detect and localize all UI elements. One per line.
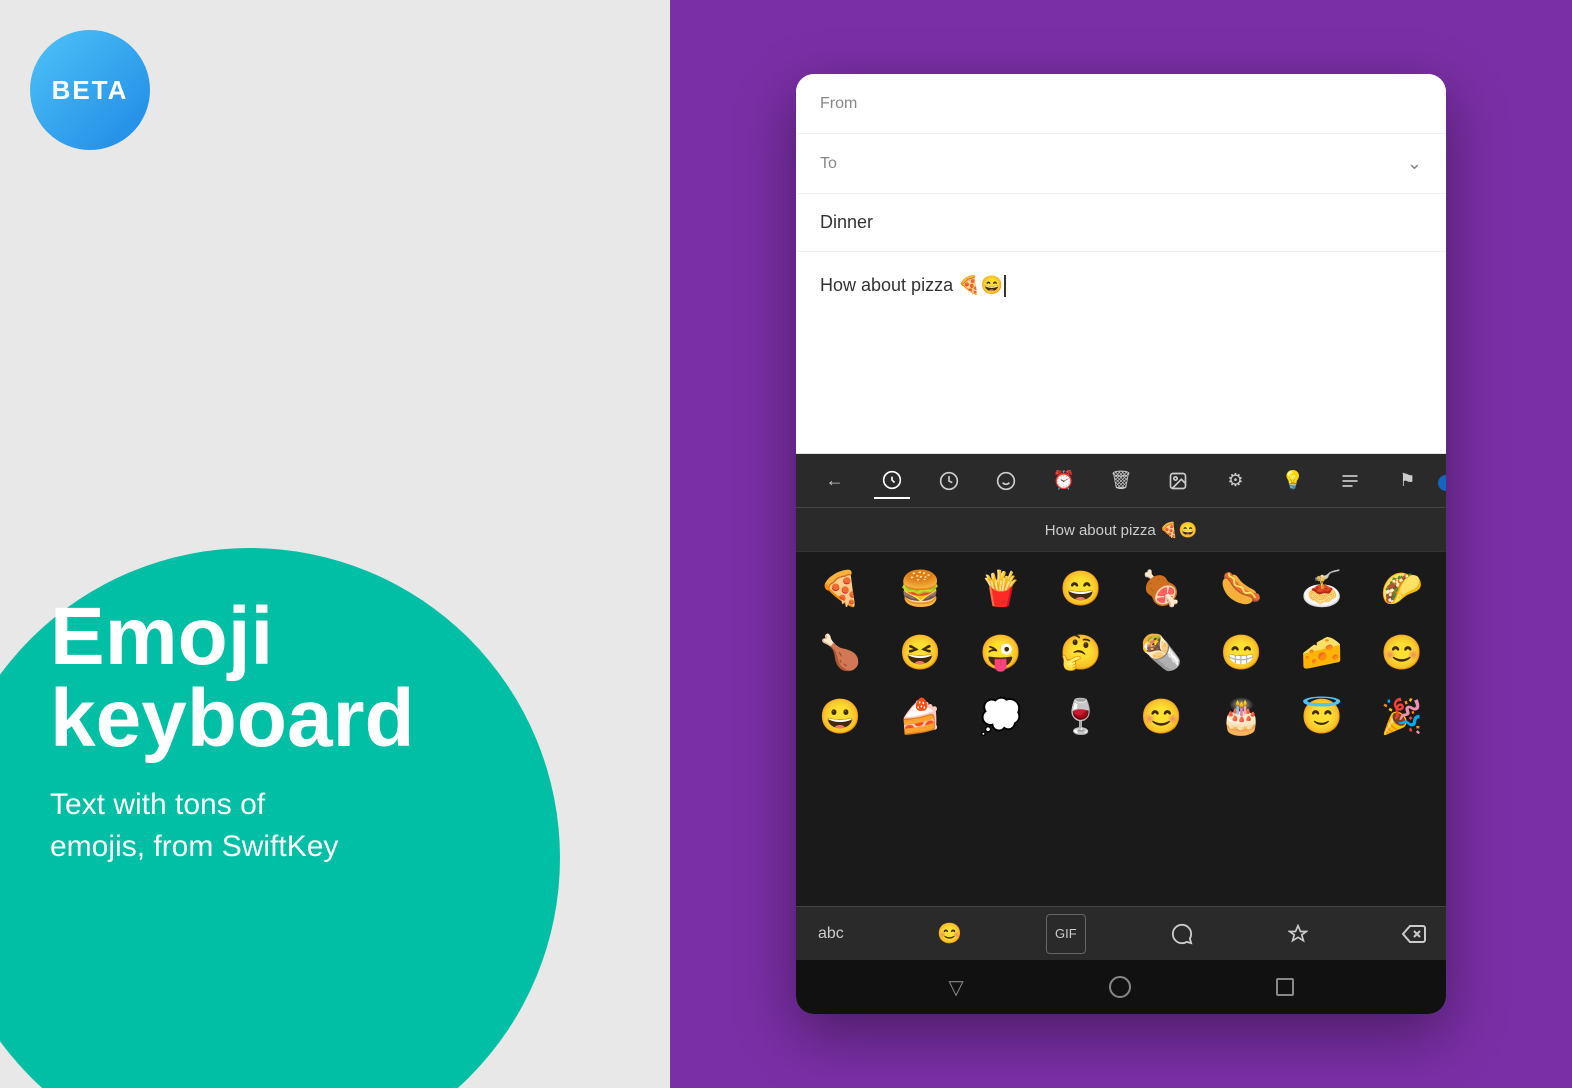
emoji-preview-bar: How about pizza 🍕😄 bbox=[796, 508, 1446, 552]
emoji-meat[interactable]: 🍖 bbox=[1127, 558, 1195, 620]
emoji-burrito[interactable]: 🌯 bbox=[1127, 622, 1195, 684]
emoji-cake[interactable]: 🍰 bbox=[886, 686, 954, 748]
emoji-grin[interactable]: 😄 bbox=[1047, 558, 1115, 620]
subject-field[interactable]: Dinner bbox=[796, 194, 1446, 252]
emoji-birthday[interactable]: 🎂 bbox=[1207, 686, 1275, 748]
body-field[interactable]: How about pizza 🍕😄 bbox=[796, 252, 1446, 453]
keyboard-panel: ← bbox=[796, 454, 1446, 1014]
emoji-smile[interactable]: 😊 bbox=[1368, 622, 1436, 684]
emoji-cheese[interactable]: 🧀 bbox=[1288, 622, 1356, 684]
emoji-hotdog[interactable]: 🌭 bbox=[1207, 558, 1275, 620]
emoji-row-3: 😀 🍰 💭 🍷 😊 🎂 😇 🎉 bbox=[800, 686, 1442, 748]
emoji-think[interactable]: 🤔 bbox=[1047, 622, 1115, 684]
to-field[interactable]: To ⌄ bbox=[796, 134, 1446, 194]
chevron-down-icon: ⌄ bbox=[1407, 153, 1422, 174]
settings-icon[interactable]: ⚙ bbox=[1217, 463, 1253, 499]
from-field: From bbox=[796, 74, 1446, 134]
beta-badge: BETA bbox=[30, 30, 150, 150]
emoji-wink[interactable]: 😜 bbox=[967, 622, 1035, 684]
left-panel: BETA Emoji keyboard Text with tons of em… bbox=[0, 0, 670, 1088]
to-label: To bbox=[820, 155, 880, 173]
emoji-taco[interactable]: 🌮 bbox=[1368, 558, 1436, 620]
nav-recent-button[interactable] bbox=[1276, 978, 1294, 996]
keyboard-bottom-bar: abc 😊 GIF bbox=[796, 906, 1446, 960]
flag-icon[interactable]: ⚑ bbox=[1389, 463, 1425, 499]
keyboard-toolbar: ← bbox=[796, 454, 1446, 508]
nav-home-button[interactable] bbox=[1109, 976, 1131, 998]
smiley-category-icon[interactable] bbox=[988, 463, 1024, 499]
gif-button[interactable]: GIF bbox=[1046, 914, 1086, 954]
emoji-halo[interactable]: 😇 bbox=[1288, 686, 1356, 748]
text-cursor bbox=[1004, 275, 1006, 297]
left-content: Emoji keyboard Text with tons of emojis,… bbox=[50, 596, 415, 868]
emoji-party[interactable]: 🎉 bbox=[1368, 686, 1436, 748]
right-panel: From To ⌄ Dinner How about pizza 🍕😄 bbox=[670, 0, 1572, 1088]
body-text: How about pizza 🍕😄 bbox=[820, 275, 1006, 295]
emoji-thought[interactable]: 💭 bbox=[967, 686, 1035, 748]
emoji-grinning[interactable]: 😀 bbox=[806, 686, 874, 748]
nav-back-button[interactable]: ▽ bbox=[948, 975, 963, 1000]
from-label: From bbox=[820, 95, 880, 113]
sticker-icon[interactable] bbox=[1160, 463, 1196, 499]
subtext: Text with tons of emojis, from SwiftKey bbox=[50, 784, 415, 868]
backspace-button[interactable] bbox=[1394, 914, 1434, 954]
recent-emojis-icon[interactable] bbox=[931, 463, 967, 499]
emoji-fries[interactable]: 🍟 bbox=[967, 558, 1035, 620]
emoji-beam[interactable]: 😁 bbox=[1207, 622, 1275, 684]
emoji-toggle-button[interactable]: 😊 bbox=[930, 914, 970, 954]
sticker-button[interactable] bbox=[1162, 914, 1202, 954]
trash-icon[interactable]: 🗑 bbox=[1103, 463, 1139, 499]
emoji-grid: 🍕 🍔 🍟 😄 🍖 🌭 🍝 🌮 🍗 😆 😜 🤔 🌯 😁 bbox=[796, 552, 1446, 906]
emoji-laugh[interactable]: 😆 bbox=[886, 622, 954, 684]
emoji-wine[interactable]: 🍷 bbox=[1047, 686, 1115, 748]
alarm-icon[interactable]: ⏰ bbox=[1046, 463, 1082, 499]
pin-button[interactable] bbox=[1278, 914, 1318, 954]
keyboard-mode-icon[interactable] bbox=[874, 463, 910, 499]
emoji-smiling[interactable]: 😊 bbox=[1127, 686, 1195, 748]
email-compose: From To ⌄ Dinner How about pizza 🍕😄 bbox=[796, 74, 1446, 454]
format-icon[interactable] bbox=[1332, 463, 1368, 499]
emoji-drumstick[interactable]: 🍗 bbox=[806, 622, 874, 684]
emoji-row-2: 🍗 😆 😜 🤔 🌯 😁 🧀 😊 bbox=[800, 622, 1442, 684]
beta-label: BETA bbox=[52, 75, 129, 106]
subject-text: Dinner bbox=[820, 212, 873, 232]
abc-button[interactable]: abc bbox=[808, 919, 854, 949]
emoji-row-1: 🍕 🍔 🍟 😄 🍖 🌭 🍝 🌮 bbox=[800, 558, 1442, 620]
bulb-icon[interactable]: 💡 bbox=[1275, 463, 1311, 499]
back-toolbar-icon[interactable]: ← bbox=[817, 463, 853, 499]
android-nav-bar: ▽ bbox=[796, 960, 1446, 1014]
phone-mockup: From To ⌄ Dinner How about pizza 🍕😄 bbox=[796, 74, 1446, 1014]
emoji-pasta[interactable]: 🍝 bbox=[1288, 558, 1356, 620]
emoji-burger[interactable]: 🍔 bbox=[886, 558, 954, 620]
emoji-pizza[interactable]: 🍕 bbox=[806, 558, 874, 620]
preview-text: How about pizza 🍕😄 bbox=[1045, 521, 1197, 539]
headline: Emoji keyboard bbox=[50, 596, 415, 760]
